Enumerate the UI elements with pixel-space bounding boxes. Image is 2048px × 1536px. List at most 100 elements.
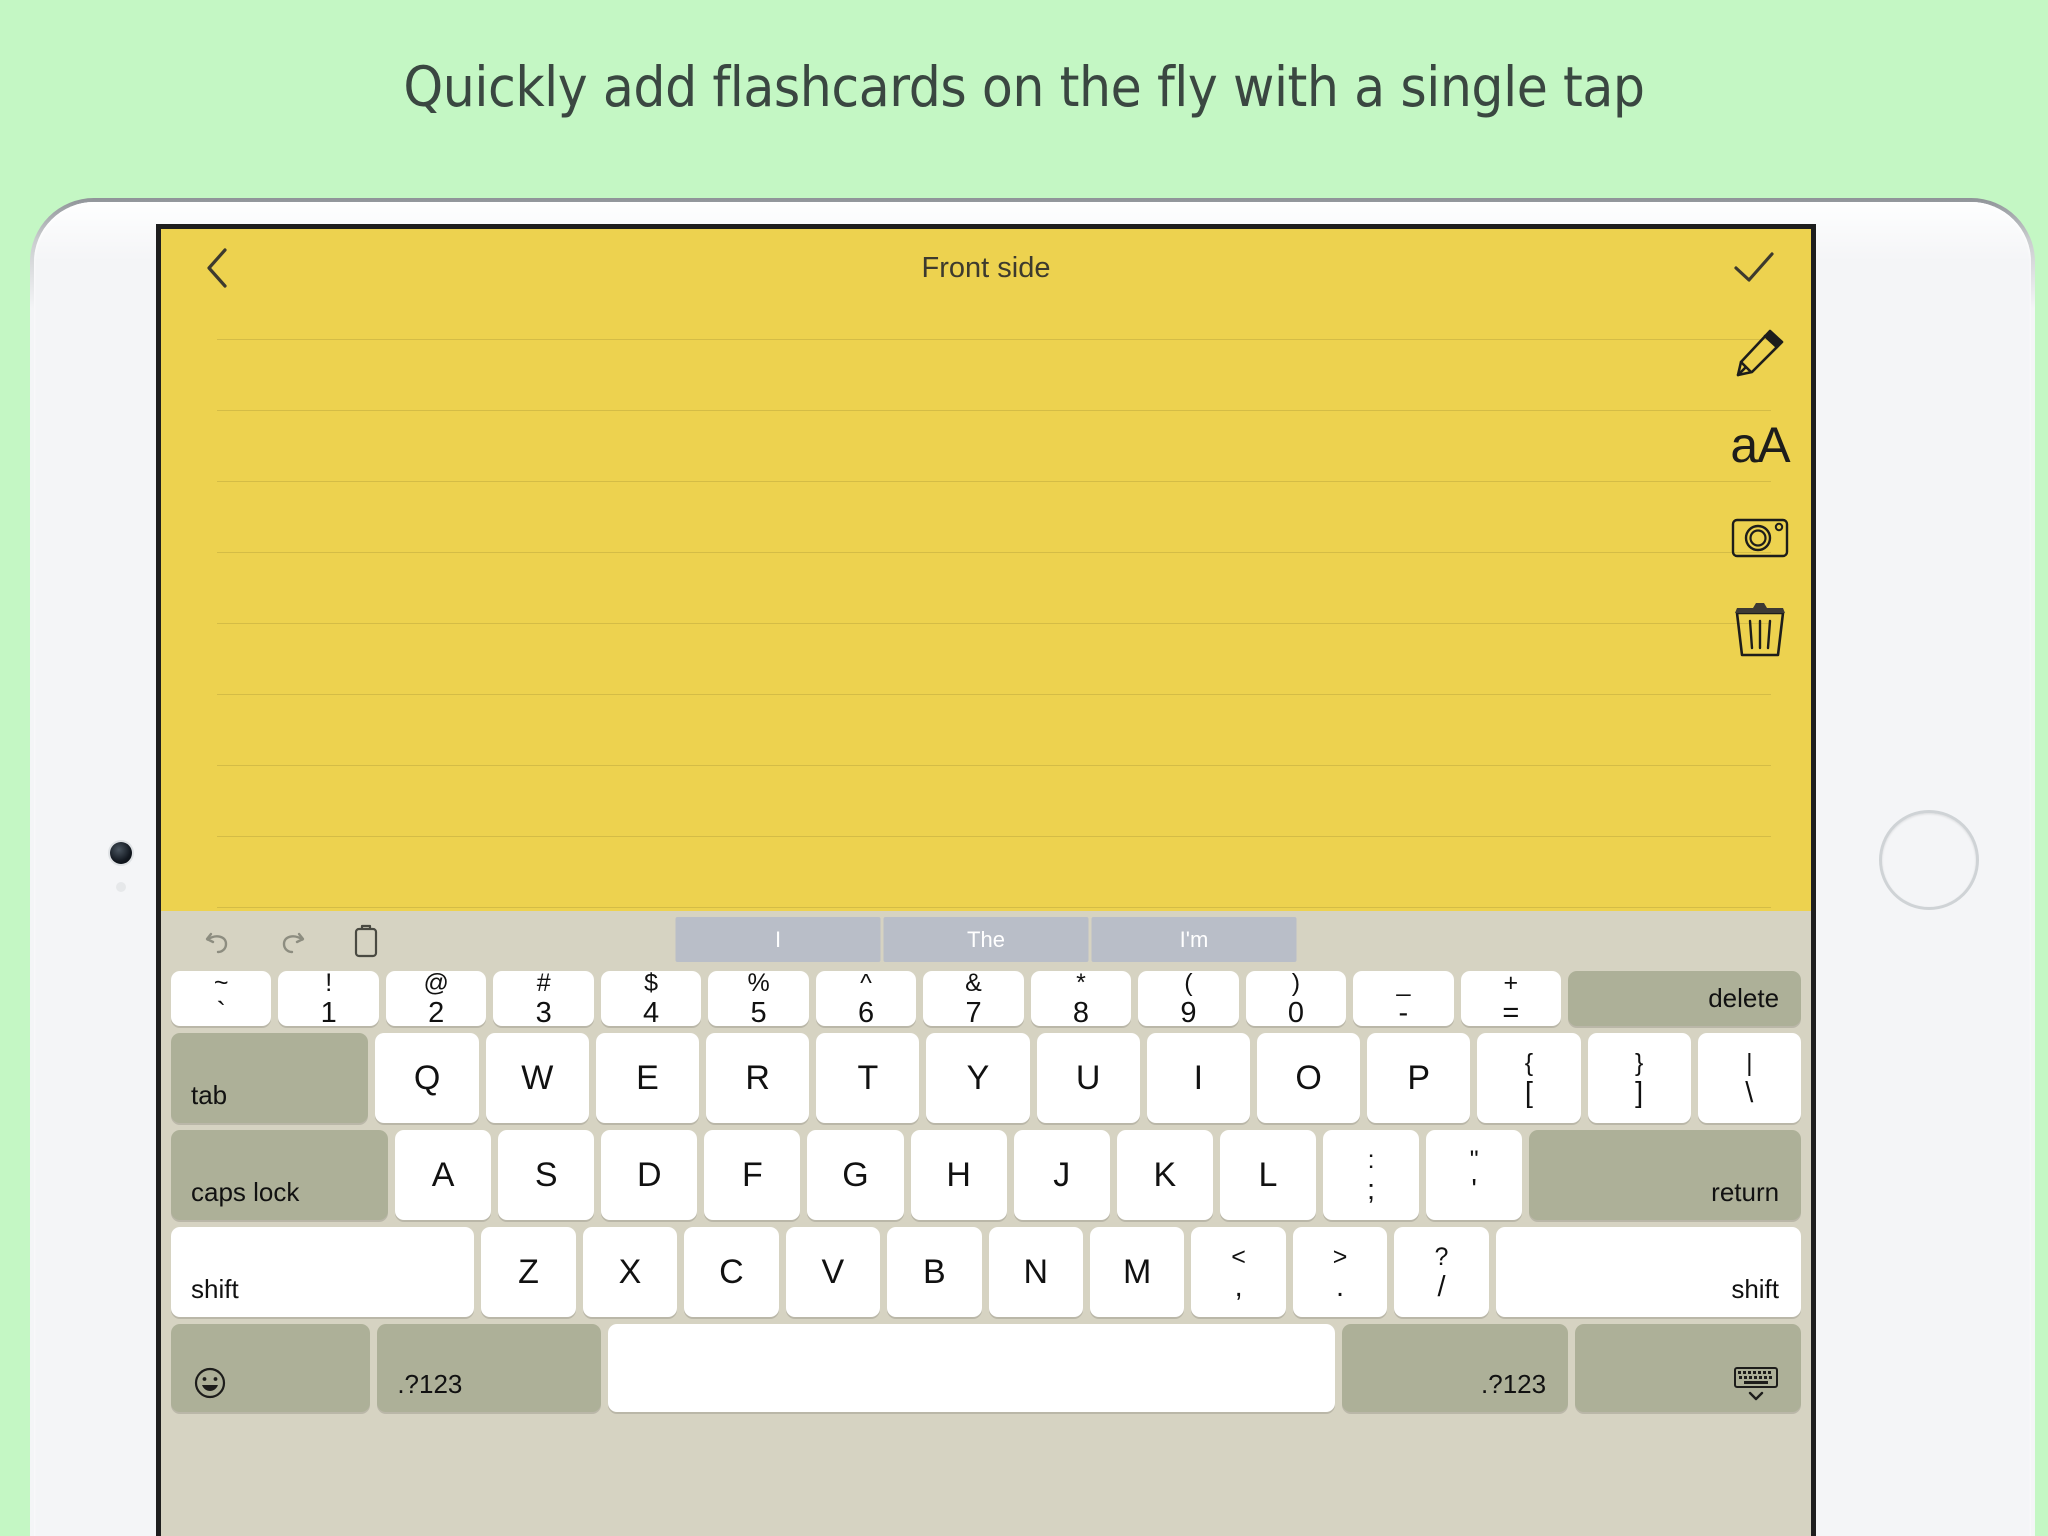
key-sub-label: { xyxy=(1524,1048,1534,1077)
key-u[interactable]: U xyxy=(1036,1033,1140,1123)
delete-tool-button[interactable] xyxy=(1728,597,1792,661)
key-numeric-right[interactable]: .?123 xyxy=(1342,1324,1569,1412)
key-9[interactable]: ( 9 xyxy=(1138,971,1239,1028)
flashcard-editor: Front side aA xyxy=(161,229,1811,911)
key-label: I xyxy=(1193,1058,1204,1097)
key-quote[interactable]: " ' xyxy=(1426,1130,1523,1220)
key-space[interactable] xyxy=(608,1324,1336,1412)
suggestion-item[interactable]: The xyxy=(883,917,1089,962)
paste-icon xyxy=(354,924,378,958)
key-main-label: [ xyxy=(1524,1076,1533,1109)
key-h[interactable]: H xyxy=(910,1130,1007,1220)
key-label: O xyxy=(1295,1058,1322,1097)
key-sub-label: * xyxy=(1076,969,1086,997)
key-tab[interactable]: tab xyxy=(171,1033,369,1123)
key-i[interactable]: I xyxy=(1146,1033,1250,1123)
key-sub-label: ) xyxy=(1291,969,1301,997)
suggestion-item[interactable]: I'm xyxy=(1091,917,1297,962)
key-hyphen[interactable]: _ - xyxy=(1353,971,1454,1028)
key-delete[interactable]: delete xyxy=(1568,971,1802,1026)
key-main-label: ; xyxy=(1367,1173,1376,1206)
key-v[interactable]: V xyxy=(785,1227,881,1317)
key-sub-label: " xyxy=(1469,1145,1479,1174)
app-screen: Front side aA I The I'm ~ ` ! 1 @ 2 # 3 … xyxy=(161,229,1811,1536)
key-y[interactable]: Y xyxy=(926,1033,1030,1123)
key-7[interactable]: & 7 xyxy=(923,971,1024,1028)
key-o[interactable]: O xyxy=(1256,1033,1361,1123)
key-m[interactable]: M xyxy=(1089,1227,1185,1317)
redo-button[interactable] xyxy=(275,921,309,961)
key-shift-right[interactable]: shift xyxy=(1495,1227,1801,1317)
key-j[interactable]: J xyxy=(1013,1130,1110,1220)
key-8[interactable]: * 8 xyxy=(1030,969,1132,1029)
ipad-screen: Front side aA I The I'm ~ ` ! 1 @ 2 # 3 … xyxy=(156,224,1816,1536)
key-s[interactable]: S xyxy=(498,1130,595,1220)
key-shift-left[interactable]: shift xyxy=(171,1227,475,1317)
key-r[interactable]: R xyxy=(706,1033,810,1123)
key-4[interactable]: $ 4 xyxy=(600,971,702,1028)
key-backslash[interactable]: | \ xyxy=(1697,1033,1801,1123)
undo-button[interactable] xyxy=(201,921,235,961)
key-p[interactable]: P xyxy=(1367,1033,1471,1123)
key-comma[interactable]: < , xyxy=(1191,1227,1286,1317)
key-main-label: / xyxy=(1437,1270,1446,1303)
key-main-label: ' xyxy=(1471,1173,1477,1206)
suggestion-item[interactable]: I xyxy=(675,917,881,962)
key-sub-label: } xyxy=(1634,1048,1644,1077)
confirm-button[interactable] xyxy=(1731,246,1777,292)
key-t[interactable]: T xyxy=(816,1033,920,1123)
key-label: F xyxy=(742,1155,763,1194)
key-5[interactable]: % 5 xyxy=(708,971,809,1028)
key-return[interactable]: return xyxy=(1529,1130,1802,1220)
key-equals[interactable]: + = xyxy=(1460,971,1562,1028)
edit-action-icons xyxy=(179,921,383,961)
key-c[interactable]: C xyxy=(684,1227,779,1317)
key-main-label: ` xyxy=(216,997,227,1029)
key-d[interactable]: D xyxy=(601,1130,698,1220)
key-e[interactable]: E xyxy=(595,1033,700,1123)
key-0[interactable]: ) 0 xyxy=(1245,969,1347,1028)
key-numeric-left[interactable]: .?123 xyxy=(377,1324,602,1412)
keyboard-row-qwerty: tab Q W E R T Y U I O P { [}] | \ xyxy=(171,1033,1801,1123)
key-z[interactable]: Z xyxy=(481,1227,576,1317)
key-sub-label: | xyxy=(1746,1048,1753,1077)
key-q[interactable]: Q xyxy=(375,1033,479,1123)
key-b[interactable]: B xyxy=(887,1227,982,1317)
key-slash[interactable]: ? / xyxy=(1394,1227,1489,1317)
key-2[interactable]: @ 2 xyxy=(385,971,487,1028)
key-caps-lock[interactable]: caps lock xyxy=(171,1130,389,1220)
home-button[interactable] xyxy=(1879,810,1979,910)
key-n[interactable]: N xyxy=(988,1227,1083,1317)
key-bracket-left[interactable]: { [ xyxy=(1477,1033,1581,1123)
key-semicolon[interactable]: : ; xyxy=(1323,1130,1420,1220)
key-label: E xyxy=(636,1058,659,1097)
key-k[interactable]: K xyxy=(1116,1130,1213,1220)
key-label: L xyxy=(1258,1155,1278,1194)
key-main-label: 8 xyxy=(1072,997,1090,1029)
camera-icon xyxy=(1731,518,1789,558)
key-l[interactable]: L xyxy=(1219,1130,1316,1220)
key-g[interactable]: G xyxy=(807,1130,904,1220)
key-x[interactable]: X xyxy=(582,1227,678,1317)
key-main-label: , xyxy=(1234,1270,1243,1303)
keyboard-row-home: caps lock A S D F G H J K L : ; " ' retu… xyxy=(171,1130,1802,1220)
key-backtick[interactable]: ~ ` xyxy=(171,971,272,1029)
back-button[interactable] xyxy=(195,246,239,290)
key-1[interactable]: ! 1 xyxy=(278,971,379,1028)
key-f[interactable]: F xyxy=(704,1130,801,1220)
key-bracket-right[interactable]: } ] xyxy=(1587,1033,1691,1123)
key-w[interactable]: W xyxy=(485,1033,589,1123)
key-6[interactable]: ^ 6 xyxy=(815,971,917,1028)
key-label: A xyxy=(431,1155,455,1194)
key-hide-keyboard[interactable] xyxy=(1575,1324,1801,1412)
key-period[interactable]: > . xyxy=(1292,1227,1388,1317)
key-a[interactable]: A xyxy=(395,1130,492,1220)
key-label: D xyxy=(637,1155,662,1194)
pencil-tool-button[interactable] xyxy=(1728,321,1792,385)
key-emoji[interactable] xyxy=(171,1324,371,1412)
key-3[interactable]: # 3 xyxy=(493,971,594,1028)
paste-button[interactable] xyxy=(349,921,383,961)
card-title: Front side xyxy=(921,251,1051,284)
text-format-button[interactable]: aA xyxy=(1728,413,1792,477)
camera-tool-button[interactable] xyxy=(1728,505,1792,569)
